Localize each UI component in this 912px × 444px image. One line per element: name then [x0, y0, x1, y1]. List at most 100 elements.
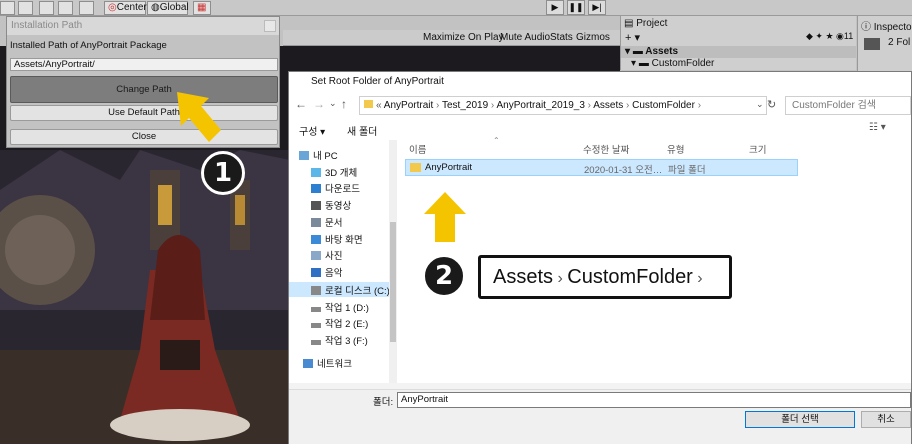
move-tool-button[interactable]: [18, 1, 33, 15]
nav-item-3d-objects[interactable]: 3D 개체: [311, 165, 357, 179]
column-modified[interactable]: 수정한 날짜: [583, 142, 629, 156]
step-button[interactable]: ▶|: [588, 0, 606, 15]
column-size[interactable]: 크기: [749, 142, 766, 156]
nav-item-drive-c[interactable]: 로컬 디스크 (C:): [311, 283, 390, 297]
chevron-right-icon: ›: [692, 270, 703, 287]
inspector-summary: 2 Fol: [888, 37, 911, 48]
download-icon: [311, 184, 321, 193]
nav-item-drive-f[interactable]: 작업 3 (F:): [311, 333, 368, 347]
folder-name-input[interactable]: AnyPortrait: [397, 392, 911, 408]
document-icon: [311, 218, 321, 227]
up-arrow-icon[interactable]: ↑: [341, 97, 347, 111]
nav-scrollbar-thumb[interactable]: [390, 222, 396, 342]
nav-item-label: 작업 2 (E:): [325, 319, 369, 330]
nav-item-network[interactable]: 네트워크: [303, 356, 352, 370]
nav-item-music[interactable]: 음악: [311, 265, 342, 279]
file-type: 파일 폴더: [668, 165, 706, 176]
play-button[interactable]: ▶: [546, 0, 564, 15]
address-bar[interactable]: « AnyPortrait › Test_2019 › AnyPortrait_…: [359, 96, 767, 115]
installed-path-label: Installed Path of AnyPortrait Package: [10, 40, 167, 51]
recent-chevron-icon[interactable]: ⌄: [329, 98, 337, 109]
nav-item-desktop[interactable]: 바탕 화면: [311, 232, 363, 246]
drive-icon: [311, 286, 321, 295]
navigation-pane: 내 PC 3D 개체 다운로드 동영상 문서 바탕 화면 사진 음악 로컬 디스…: [289, 140, 397, 383]
use-default-path-button[interactable]: Use Default Path: [10, 105, 278, 121]
gizmos-dropdown[interactable]: Gizmos: [576, 32, 610, 43]
folder-icon: [864, 38, 880, 50]
file-modified: 2020-01-31 오전…: [584, 165, 663, 176]
nav-item-pictures[interactable]: 사진: [311, 248, 342, 262]
close-button[interactable]: Close: [10, 129, 278, 145]
new-folder-button[interactable]: 새 폴더: [347, 123, 377, 138]
dialog-footer: 폴더: AnyPortrait 폴더 선택 취소: [289, 389, 911, 444]
project-tab[interactable]: ▤ Project: [624, 18, 667, 29]
nav-item-downloads[interactable]: 다운로드: [311, 181, 360, 195]
maximize-on-play-toggle[interactable]: Maximize On Play: [423, 32, 504, 43]
hidden-count: 11: [843, 31, 854, 41]
tree-item-assets[interactable]: ▾ ▬ Assets: [621, 46, 856, 58]
global-label: Global: [159, 2, 189, 13]
3d-objects-icon: [311, 168, 321, 177]
column-name[interactable]: 이름: [409, 142, 426, 156]
change-path-button[interactable]: Change Path: [10, 76, 278, 103]
unity-toolbar: ◎Center ◍Global ▦ ▶ ❚❚ ▶|: [0, 0, 912, 16]
refresh-icon[interactable]: ↻: [767, 98, 776, 111]
tree-item-customfolder-label: CustomFolder: [651, 58, 715, 69]
pause-button[interactable]: ❚❚: [567, 0, 585, 15]
inspector-tab[interactable]: ⓘ Inspector: [861, 18, 912, 33]
nav-item-drive-e[interactable]: 작업 2 (E:): [311, 316, 368, 330]
nav-item-label: 작업 1 (D:): [325, 303, 369, 314]
breadcrumb-item[interactable]: AnyPortrait_2019_3: [496, 100, 584, 111]
file-row[interactable]: AnyPortrait 2020-01-31 오전… 파일 폴더: [405, 159, 798, 176]
callout-segment: CustomFolder: [567, 266, 693, 288]
nav-item-pc[interactable]: 내 PC: [299, 148, 338, 162]
pivot-center-toggle[interactable]: ◎Center: [104, 1, 147, 15]
stats-toggle[interactable]: Stats: [550, 32, 573, 43]
network-icon: [303, 359, 313, 368]
nav-item-label: 3D 개체: [325, 168, 358, 179]
scale-tool-button[interactable]: [58, 1, 73, 15]
collab-button[interactable]: ▦: [193, 1, 211, 15]
cancel-button[interactable]: 취소: [861, 411, 911, 428]
hand-tool-button[interactable]: [0, 1, 15, 15]
installed-path-field[interactable]: Assets/AnyPortrait/: [10, 58, 278, 71]
rotate-tool-button[interactable]: [39, 1, 54, 15]
forward-arrow-icon[interactable]: →: [313, 97, 325, 111]
filter-icons[interactable]: ◆ ✦ ★ ◉11: [806, 31, 853, 42]
address-dropdown-icon[interactable]: ⌄: [756, 99, 764, 110]
picture-icon: [311, 251, 321, 260]
pivot-global-toggle[interactable]: ◍Global: [147, 1, 189, 15]
arrow-up-icon: [424, 192, 466, 242]
mute-audio-toggle[interactable]: Mute Audio: [500, 32, 550, 43]
nav-item-label: 바탕 화면: [325, 235, 363, 246]
nav-item-drive-d[interactable]: 작업 1 (D:): [311, 300, 369, 314]
breadcrumb-item[interactable]: Test_2019: [442, 100, 488, 111]
create-button[interactable]: + ▾: [625, 31, 640, 44]
arrow-up-left-icon: [177, 92, 221, 142]
breadcrumb-item[interactable]: CustomFolder: [632, 100, 695, 111]
back-arrow-icon[interactable]: ←: [295, 97, 307, 111]
nav-item-documents[interactable]: 문서: [311, 215, 342, 229]
breadcrumb-item[interactable]: AnyPortrait: [384, 100, 433, 111]
close-icon[interactable]: [264, 20, 276, 32]
installation-path-window: Installation Path Installed Path of AnyP…: [6, 16, 280, 148]
chevron-down-icon: ▾: [631, 58, 639, 69]
search-input[interactable]: CustomFolder 검색: [785, 96, 911, 115]
center-icon: ◎: [108, 2, 117, 13]
transform-tool-button[interactable]: [79, 1, 94, 15]
chevron-right-icon: ›: [553, 270, 568, 287]
view-options-icon[interactable]: ☷ ▾: [869, 122, 886, 133]
scene-art: [0, 150, 290, 444]
nav-item-videos[interactable]: 동영상: [311, 198, 351, 212]
column-type[interactable]: 유형: [667, 142, 684, 156]
breadcrumb-item[interactable]: Assets: [593, 100, 623, 111]
organize-menu[interactable]: 구성 ▾: [299, 123, 325, 138]
folder-icon: [410, 163, 421, 172]
center-label: Center: [116, 2, 147, 13]
desktop-icon: [311, 235, 321, 244]
tree-item-customfolder[interactable]: ▾ ▬ CustomFolder: [631, 58, 714, 69]
select-folder-button[interactable]: 폴더 선택: [745, 411, 855, 428]
video-icon: [311, 201, 321, 210]
project-tab-label: Project: [636, 18, 668, 29]
nav-item-label: 작업 3 (F:): [325, 336, 368, 347]
